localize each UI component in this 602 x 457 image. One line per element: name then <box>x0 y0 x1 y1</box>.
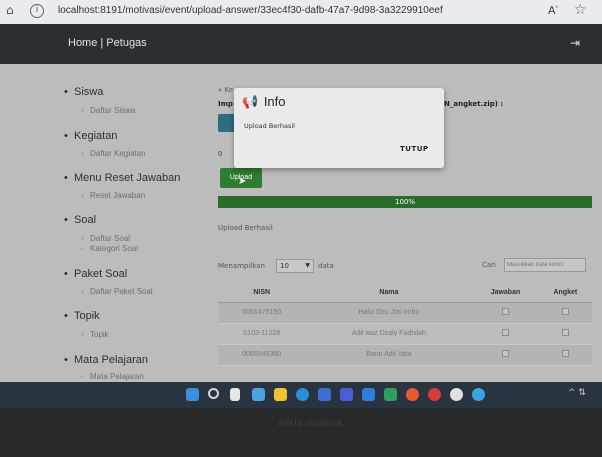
browser-address-bar: ⌂ i localhost:8191/motivasi/event/upload… <box>0 0 602 24</box>
modal-close-button[interactable]: TUTUP <box>400 145 429 153</box>
modal-message: Upload Berhasil <box>244 122 295 130</box>
app-icon[interactable] <box>406 388 419 401</box>
cell-angket <box>538 323 592 345</box>
jawaban-checkbox[interactable] <box>501 329 509 336</box>
mouse-cursor-icon: ➤ <box>238 176 247 187</box>
upload-progress-label: 100% <box>394 198 415 206</box>
table-row: 0065049360 Bann Adil Yata <box>218 344 592 366</box>
app-icon[interactable] <box>428 388 441 401</box>
angket-checkbox[interactable] <box>561 350 569 357</box>
sidebar-group-mata-pelajaran[interactable]: Mata Pelajaran <box>64 354 148 366</box>
col-angket[interactable]: Angket <box>538 284 592 303</box>
back-link[interactable]: « Ke <box>218 86 233 94</box>
angket-checkbox[interactable] <box>561 308 569 315</box>
sidebar-item-daftar-kegiatan[interactable]: Daftar Kegiatan <box>81 149 146 158</box>
search-input[interactable] <box>504 258 586 272</box>
sidebar-group-paket-soal[interactable]: Paket Soal <box>64 268 127 280</box>
app-brand[interactable]: Home | Petugas <box>68 37 147 49</box>
col-nisn[interactable]: NISN <box>218 284 306 303</box>
url-text[interactable]: localhost:8191/motivasi/event/upload-ans… <box>58 5 443 16</box>
read-aloud-icon[interactable]: Aᵃ <box>548 4 558 17</box>
upload-progress-bar: 100% <box>218 196 592 208</box>
modal-title: 📢 Info <box>242 94 286 110</box>
search-label: Cari <box>482 261 496 269</box>
megaphone-icon: 📢 <box>242 94 259 109</box>
sidebar-group-topik[interactable]: Topik <box>64 310 100 322</box>
laptop-bezel: ASUS VivoBook <box>0 408 602 457</box>
edge-browser-icon[interactable] <box>296 388 309 401</box>
cell-nisn: 0061475150 <box>218 302 306 324</box>
sidebar-item-reset-jawaban[interactable]: Reset Jawaban <box>81 191 145 200</box>
logout-icon[interactable]: ⇥ <box>570 36 586 50</box>
sidebar-item-kategori-soal[interactable]: Kategori Soal <box>81 244 138 253</box>
cell-jawaban <box>472 344 539 366</box>
sidebar-group-soal[interactable]: Soal <box>64 214 96 226</box>
app-icon[interactable] <box>340 388 353 401</box>
upload-status-text: Upload Berhasil <box>218 224 273 232</box>
sidebar-item-daftar-soal[interactable]: Daftar Soal <box>81 234 130 243</box>
cell-nisn: 0065049360 <box>218 344 306 366</box>
system-tray[interactable]: ^ ⇅ <box>568 388 586 398</box>
screen: ⌂ i localhost:8191/motivasi/event/upload… <box>0 0 602 457</box>
sidebar-group-siswa[interactable]: Siswa <box>64 86 103 98</box>
start-icon[interactable] <box>186 388 199 401</box>
sidebar-group-kegiatan[interactable]: Kegiatan <box>64 130 118 142</box>
cell-nama: Adil waz Dzaly Fadhilah <box>305 323 473 345</box>
chat-icon[interactable] <box>252 388 265 401</box>
jawaban-checkbox[interactable] <box>501 308 509 315</box>
sidebar-group-menu-reset-jawaban[interactable]: Menu Reset Jawaban <box>64 172 180 184</box>
info-icon[interactable]: i <box>30 4 44 18</box>
jawaban-checkbox[interactable] <box>501 350 509 357</box>
students-table: NISN Nama Jawaban Angket 0061475150 Hafi… <box>218 284 592 366</box>
data-label: data <box>318 262 334 270</box>
sidebar-item-mata-pelajaran[interactable]: Mata Pelajaran <box>81 372 144 381</box>
modal-title-text: Info <box>263 94 286 109</box>
sidebar-item-daftar-paket-soal[interactable]: Daftar Paket Soal <box>81 287 153 296</box>
col-jawaban[interactable]: Jawaban <box>472 284 539 303</box>
col-nama[interactable]: Nama <box>305 284 473 303</box>
favorite-star-icon[interactable]: ☆ <box>574 2 587 18</box>
chrome-icon[interactable] <box>450 388 463 401</box>
show-entries-label: Menampilkan <box>218 262 265 270</box>
cell-nisn: 0103-11228 <box>218 323 306 345</box>
angket-checkbox[interactable] <box>561 329 569 336</box>
entries-value: 10 <box>280 262 289 270</box>
app-icon[interactable] <box>362 388 375 401</box>
app-header: Home | Petugas ⇥ <box>0 24 602 64</box>
search-icon[interactable] <box>208 388 219 399</box>
cell-angket <box>538 344 592 366</box>
app-icon[interactable] <box>384 388 397 401</box>
info-modal: 📢 Info Upload Berhasil TUTUP <box>234 88 444 168</box>
import-label: Imp <box>218 100 233 108</box>
chevron-down-icon: ▼ <box>305 262 310 269</box>
sidebar-item-topik[interactable]: Topik <box>81 330 109 339</box>
home-icon[interactable]: ⌂ <box>6 3 14 17</box>
app-icon[interactable] <box>472 388 485 401</box>
table-header-row: NISN Nama Jawaban Angket <box>218 284 592 303</box>
cell-nama: Bann Adil Yata <box>305 344 473 366</box>
task-view-icon[interactable] <box>230 388 240 401</box>
cell-jawaban <box>472 302 539 324</box>
file-name-text: 0 <box>218 150 223 158</box>
entries-select[interactable]: 10 ▼ <box>276 259 314 273</box>
cell-jawaban <box>472 323 539 345</box>
cell-nama: Hafiz Dzu Jori Imbu <box>305 302 473 324</box>
sidebar-item-daftar-siswa[interactable]: Daftar Siswa <box>81 106 135 115</box>
table-row: 0061475150 Hafiz Dzu Jori Imbu <box>218 302 592 324</box>
cell-angket <box>538 302 592 324</box>
import-file-hint: N_angket.zip) : <box>444 100 504 108</box>
table-row: 0103-11228 Adil waz Dzaly Fadhilah <box>218 323 592 345</box>
file-explorer-icon[interactable] <box>274 388 287 401</box>
laptop-brand: ASUS VivoBook <box>278 418 343 428</box>
store-icon[interactable] <box>318 388 331 401</box>
windows-taskbar: ^ ⇅ <box>0 382 602 408</box>
